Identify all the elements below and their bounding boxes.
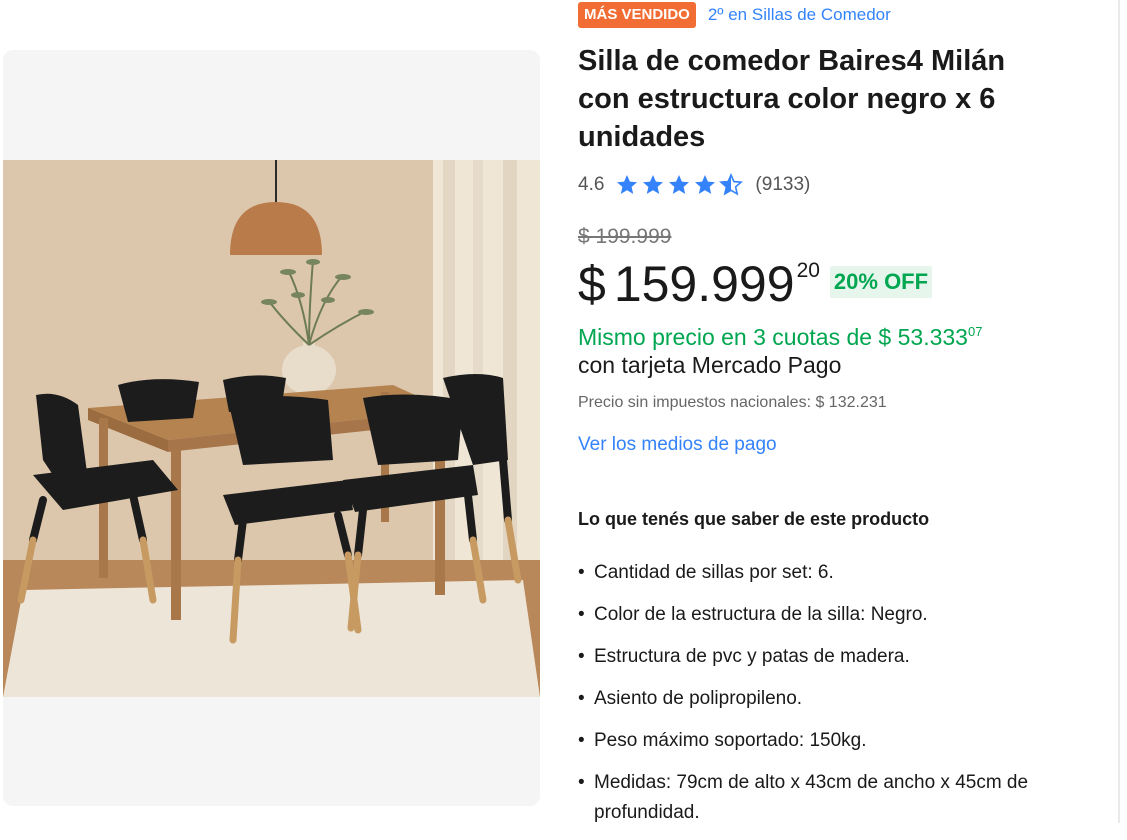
highlights-row: MÁS VENDIDO 2º en Sillas de Comedor xyxy=(578,2,891,28)
feature-item: • Asiento de polipropileno. xyxy=(578,684,1098,714)
feature-item: • Medidas: 79cm de alto x 43cm de ancho x… xyxy=(578,768,1098,828)
features-heading: Lo que tenés que saber de este producto xyxy=(578,509,930,529)
bullet: • xyxy=(578,604,585,625)
star-icon xyxy=(667,173,691,197)
feature-item: • Estructura de pvc y patas de madera. xyxy=(578,642,1098,672)
installments-card: con tarjeta Mercado Pago xyxy=(578,352,842,378)
feature-text: Cantidad de sillas por set: 6. xyxy=(594,562,834,583)
bullet: • xyxy=(578,646,585,667)
star-icon xyxy=(641,173,665,197)
payment-methods-link[interactable]: Ver los medios de pago xyxy=(578,432,777,458)
installments-offer: Mismo precio en 3 cuotas de $ 53.33307 xyxy=(578,316,982,353)
rating-row[interactable]: 4.6 (9133) xyxy=(578,170,810,200)
feature-text: Estructura de pvc y patas de madera. xyxy=(594,646,910,667)
review-count: (9133) xyxy=(755,174,811,195)
product-title: Silla de comedor Baires4 Milán con estru… xyxy=(578,45,1006,153)
product-photo[interactable] xyxy=(3,160,540,697)
bullet: • xyxy=(578,688,585,709)
bullet: • xyxy=(578,562,585,583)
current-price: $ 159.999 20 20% OFF xyxy=(578,254,933,314)
price-cents: 20 xyxy=(796,259,820,282)
best-seller-badge: MÁS VENDIDO xyxy=(578,2,696,28)
page-divider xyxy=(1118,0,1120,823)
star-icon xyxy=(693,173,717,197)
installments-cents: 07 xyxy=(967,324,983,339)
star-icon xyxy=(615,173,639,197)
price-currency: $ xyxy=(578,256,606,312)
half-star-icon xyxy=(719,173,744,197)
bullet: • xyxy=(578,730,585,751)
original-price: $ 199.999 xyxy=(578,225,672,248)
rating-stars xyxy=(615,173,744,197)
bullet: • xyxy=(578,772,585,793)
category-rank-link[interactable]: 2º en Sillas de Comedor xyxy=(708,5,891,25)
feature-item: • Color de la estructura de la silla: Neg… xyxy=(578,600,1098,630)
price-amount: 159.999 xyxy=(613,256,795,312)
discount-badge: 20% OFF xyxy=(829,266,933,298)
feature-text: Medidas: 79cm de alto x 43cm de ancho x … xyxy=(594,772,1029,823)
feature-text: Asiento de polipropileno. xyxy=(594,688,803,709)
product-gallery xyxy=(3,50,540,806)
feature-text: Color de la estructura de la silla: Negr… xyxy=(594,604,928,625)
feature-item: • Peso máximo soportado: 150kg. xyxy=(578,726,1098,756)
installments-text: Mismo precio en 3 cuotas de $ 53.333 xyxy=(578,324,968,350)
tax-note: Precio sin impuestos nacionales: $ 132.2… xyxy=(578,394,887,411)
feature-text: Peso máximo soportado: 150kg. xyxy=(594,730,867,751)
rating-value: 4.6 xyxy=(578,174,605,195)
features-list: • Cantidad de sillas por set: 6. • Color d… xyxy=(578,558,1098,840)
feature-item: • Cantidad de sillas por set: 6. xyxy=(578,558,1098,588)
